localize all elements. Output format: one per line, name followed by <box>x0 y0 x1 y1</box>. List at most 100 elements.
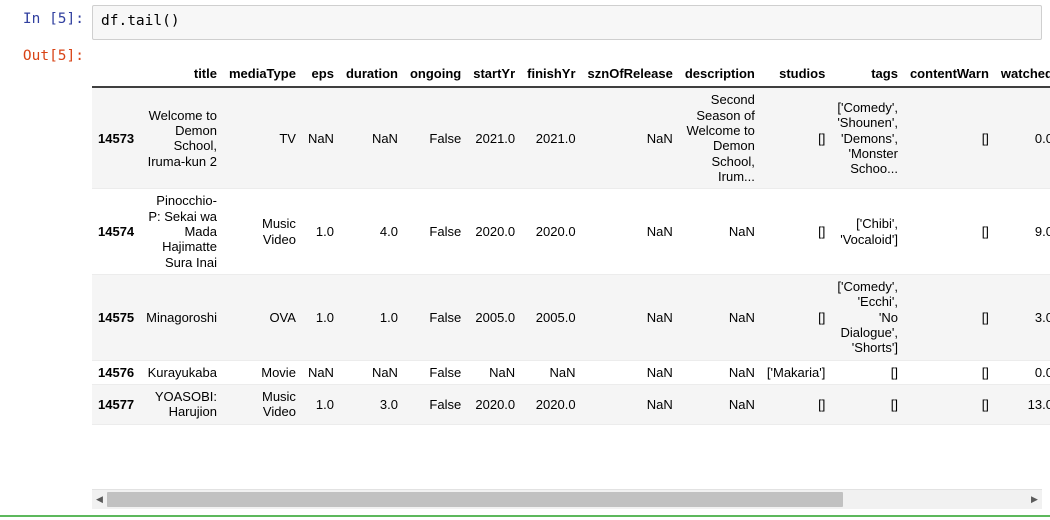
cell-mediaType: Movie <box>261 364 296 380</box>
cell-studios: ['Makaria'] <box>766 364 826 380</box>
horizontal-scrollbar[interactable]: ◀ ▶ <box>92 489 1042 509</box>
cell-eps: 1.0 <box>315 309 334 325</box>
dataframe-table: title mediaType eps duration ongoing sta… <box>92 62 1050 425</box>
cell-finishYr: 2020.0 <box>535 396 576 412</box>
column-header-ongoing[interactable]: ongoing <box>404 62 467 87</box>
cell-startYr: 2020.0 <box>475 396 516 412</box>
scrollbar-thumb[interactable] <box>107 492 843 507</box>
table-row[interactable]: 14575 Minagoroshi OVA 1.0 1.0 False 2005… <box>92 274 1050 361</box>
dataframe-scroll-viewport[interactable]: title mediaType eps duration ongoing sta… <box>92 62 1050 492</box>
cell-startYr: 2005.0 <box>475 309 516 325</box>
cell-duration: 3.0 <box>379 396 398 412</box>
dataframe-body: 14573 Welcome to Demon School, Iruma-kun… <box>92 87 1050 425</box>
cell-finishYr: 2005.0 <box>535 309 576 325</box>
dataframe-header: title mediaType eps duration ongoing sta… <box>92 62 1050 88</box>
cell-description: NaN <box>728 309 755 325</box>
cell-watched: 0.0 <box>1034 364 1050 380</box>
cell-contentWarn: [] <box>981 130 989 146</box>
cell-studios: [] <box>818 396 826 412</box>
cell-description: NaN <box>728 396 755 412</box>
cell-ongoing: False <box>429 396 462 412</box>
cell-mediaType: TV <box>279 130 296 146</box>
column-header-tags[interactable]: tags <box>831 62 904 87</box>
table-row[interactable]: 14574 Pinocchio-P: Sekai wa Mada Hajimat… <box>92 188 1050 275</box>
cell-contentWarn: [] <box>981 223 989 239</box>
cell-contentWarn: [] <box>981 364 989 380</box>
column-header-contentWarn[interactable]: contentWarn <box>904 62 995 87</box>
bottom-accent-rule <box>0 515 1050 517</box>
column-header-description[interactable]: description <box>679 62 761 87</box>
cell-eps: 1.0 <box>315 223 334 239</box>
header-index <box>92 62 140 87</box>
code-input-area[interactable]: df.tail() <box>92 5 1042 40</box>
column-header-startYr[interactable]: startYr <box>467 62 521 87</box>
column-header-sznOfRelease[interactable]: sznOfRelease <box>582 62 679 87</box>
cell-sznOfRelease: NaN <box>646 309 673 325</box>
cell-tags: ['Comedy', 'Ecchi', 'No Dialogue', 'Shor… <box>837 278 898 356</box>
output-prompt: Out[5]: <box>22 47 84 64</box>
cell-tags: [] <box>890 364 898 380</box>
cell-ongoing: False <box>429 223 462 239</box>
cell-watched: 3.0 <box>1034 309 1050 325</box>
cell-description: Second Season of Welcome to Demon School… <box>686 92 755 184</box>
scroll-right-arrow-icon[interactable]: ▶ <box>1027 491 1042 508</box>
cell-title: Welcome to Demon School, Iruma-kun 2 <box>147 107 217 169</box>
cell-startYr: NaN <box>489 364 516 380</box>
column-header-title[interactable]: title <box>140 62 223 87</box>
cell-studios: [] <box>818 130 826 146</box>
column-header-mediaType[interactable]: mediaType <box>223 62 302 87</box>
scroll-left-arrow-icon[interactable]: ◀ <box>92 491 107 508</box>
cell-mediaType: Music Video <box>261 388 296 420</box>
notebook-input-cell: In [5]: df.tail() <box>0 0 1050 40</box>
cell-description: NaN <box>728 364 755 380</box>
cell-contentWarn: [] <box>981 396 989 412</box>
column-header-watched[interactable]: watched <box>995 62 1050 87</box>
row-index: 14576 <box>98 364 135 380</box>
cell-studios: [] <box>818 223 826 239</box>
cell-title: YOASOBI: Harujion <box>154 388 217 420</box>
column-header-finishYr[interactable]: finishYr <box>521 62 581 87</box>
cell-watched: 0.0 <box>1034 130 1050 146</box>
cell-title: Minagoroshi <box>146 309 217 325</box>
cell-ongoing: False <box>429 309 462 325</box>
cell-description: NaN <box>728 223 755 239</box>
row-index: 14573 <box>98 130 135 146</box>
cell-eps: 1.0 <box>315 396 334 412</box>
scrollbar-track[interactable] <box>107 491 1027 508</box>
cell-mediaType: Music Video <box>261 216 296 247</box>
cell-finishYr: 2020.0 <box>535 223 576 239</box>
cell-studios: [] <box>818 309 826 325</box>
cell-sznOfRelease: NaN <box>646 364 673 380</box>
input-prompt: In [5]: <box>22 11 84 27</box>
cell-startYr: 2021.0 <box>475 130 516 146</box>
cell-eps: NaN <box>307 364 334 380</box>
table-row[interactable]: 14573 Welcome to Demon School, Iruma-kun… <box>92 87 1050 189</box>
cell-mediaType: OVA <box>269 309 296 325</box>
row-index: 14575 <box>98 309 135 325</box>
cell-duration: 1.0 <box>379 309 398 325</box>
cell-sznOfRelease: NaN <box>646 223 673 239</box>
header-row: title mediaType eps duration ongoing sta… <box>92 62 1050 88</box>
cell-contentWarn: [] <box>981 309 989 325</box>
column-header-duration[interactable]: duration <box>340 62 404 87</box>
table-row[interactable]: 14577 YOASOBI: Harujion Music Video 1.0 … <box>92 384 1050 425</box>
row-index: 14577 <box>98 396 135 412</box>
column-header-eps[interactable]: eps <box>302 62 340 87</box>
column-header-studios[interactable]: studios <box>761 62 831 87</box>
cell-eps: NaN <box>307 130 334 146</box>
code-input-text[interactable]: df.tail() <box>101 12 1033 32</box>
cell-sznOfRelease: NaN <box>646 396 673 412</box>
cell-tags: ['Comedy', 'Shounen', 'Demons', 'Monster… <box>837 99 898 177</box>
cell-title: Pinocchio-P: Sekai wa Mada Hajimatte Sur… <box>148 193 217 270</box>
table-row[interactable]: 14576 Kurayukaba Movie NaN NaN False NaN… <box>92 360 1050 385</box>
cell-duration: NaN <box>371 130 398 146</box>
cell-finishYr: 2021.0 <box>535 130 576 146</box>
cell-startYr: 2020.0 <box>475 223 516 239</box>
cell-duration: 4.0 <box>379 223 398 239</box>
row-index: 14574 <box>98 223 135 239</box>
cell-title: Kurayukaba <box>147 364 217 380</box>
cell-ongoing: False <box>429 364 462 380</box>
cell-tags: [] <box>890 396 898 412</box>
cell-watched: 9.0 <box>1034 223 1050 239</box>
cell-duration: NaN <box>371 364 398 380</box>
